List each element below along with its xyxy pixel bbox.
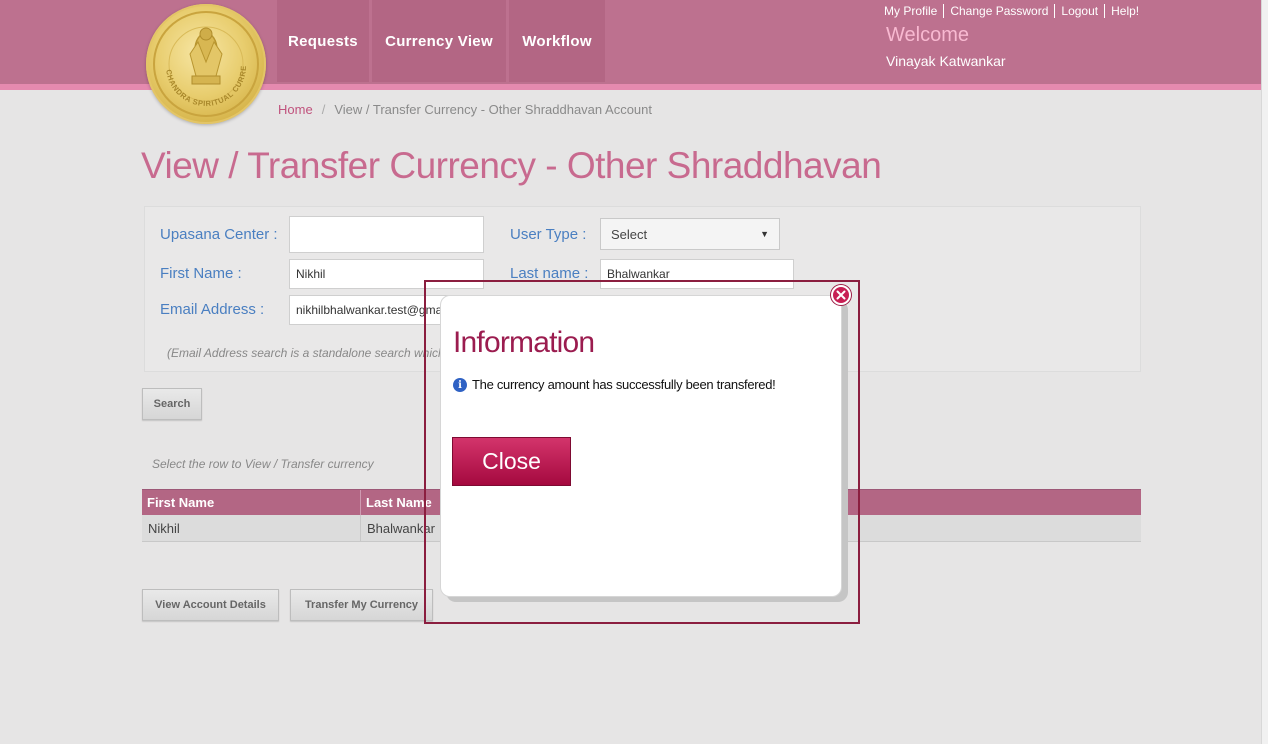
link-divider bbox=[1054, 4, 1056, 18]
dialog-close-icon[interactable] bbox=[831, 285, 851, 305]
logo-coin[interactable]: CHANDRA SPIRITUAL CURRENCY bbox=[146, 4, 266, 124]
info-icon: i bbox=[453, 378, 467, 392]
nav-requests[interactable]: Requests bbox=[277, 0, 369, 82]
dialog-message: The currency amount has successfully bee… bbox=[472, 377, 776, 392]
user-type-label: User Type : bbox=[510, 226, 587, 243]
top-links: My Profile Change Password Logout Help! bbox=[884, 4, 1139, 18]
search-button[interactable]: Search bbox=[142, 388, 202, 420]
user-type-select[interactable]: Select ▼ bbox=[600, 218, 780, 250]
nav-workflow[interactable]: Workflow bbox=[509, 0, 605, 82]
breadcrumb-home-link[interactable]: Home bbox=[278, 102, 313, 117]
breadcrumb-current: View / Transfer Currency - Other Shraddh… bbox=[334, 102, 653, 117]
transfer-my-currency-label: Transfer My Currency bbox=[304, 599, 419, 611]
dialog-title: Information bbox=[453, 326, 595, 359]
logout-link[interactable]: Logout bbox=[1061, 4, 1098, 18]
link-divider bbox=[943, 4, 945, 18]
upasana-center-label: Upasana Center : bbox=[160, 226, 278, 243]
user-type-value: Select bbox=[611, 226, 648, 242]
breadcrumb: Home / View / Transfer Currency - Other Sh… bbox=[278, 102, 652, 117]
page-scrollbar[interactable] bbox=[1261, 0, 1268, 744]
cell-first-name: Nikhil bbox=[142, 515, 361, 541]
page-title: View / Transfer Currency - Other Shraddh… bbox=[141, 145, 882, 186]
information-dialog: Information i The currency amount has su… bbox=[440, 295, 842, 597]
close-button[interactable]: Close bbox=[452, 437, 571, 486]
email-search-note: (Email Address search is a standalone se… bbox=[167, 346, 445, 360]
help-link[interactable]: Help! bbox=[1111, 4, 1139, 18]
nav-currency-view[interactable]: Currency View bbox=[372, 0, 506, 82]
table-hint: Select the row to View / Transfer curren… bbox=[152, 457, 374, 471]
view-account-details-button[interactable]: View Account Details bbox=[142, 589, 279, 621]
close-icon bbox=[836, 290, 846, 300]
logo-emblem-icon: CHANDRA SPIRITUAL CURRENCY bbox=[146, 4, 259, 117]
transfer-my-currency-button[interactable]: Transfer My Currency bbox=[290, 589, 433, 621]
user-name: Vinayak Katwankar bbox=[886, 53, 1006, 69]
change-password-link[interactable]: Change Password bbox=[950, 4, 1048, 18]
chevron-down-icon: ▼ bbox=[760, 229, 769, 239]
close-button-label: Close bbox=[482, 448, 541, 474]
welcome-text: Welcome bbox=[886, 24, 969, 46]
my-profile-link[interactable]: My Profile bbox=[884, 4, 937, 18]
nav-currency-view-label: Currency View bbox=[385, 32, 493, 50]
link-divider bbox=[1104, 4, 1106, 18]
nav-requests-label: Requests bbox=[288, 32, 358, 50]
upasana-center-input[interactable] bbox=[289, 216, 484, 253]
column-first-name[interactable]: First Name bbox=[142, 490, 361, 515]
view-account-details-label: View Account Details bbox=[155, 599, 266, 611]
nav-workflow-label: Workflow bbox=[522, 32, 592, 50]
email-label: Email Address : bbox=[160, 301, 265, 318]
search-button-label: Search bbox=[153, 398, 191, 410]
first-name-label: First Name : bbox=[160, 265, 242, 282]
breadcrumb-separator: / bbox=[321, 102, 326, 117]
